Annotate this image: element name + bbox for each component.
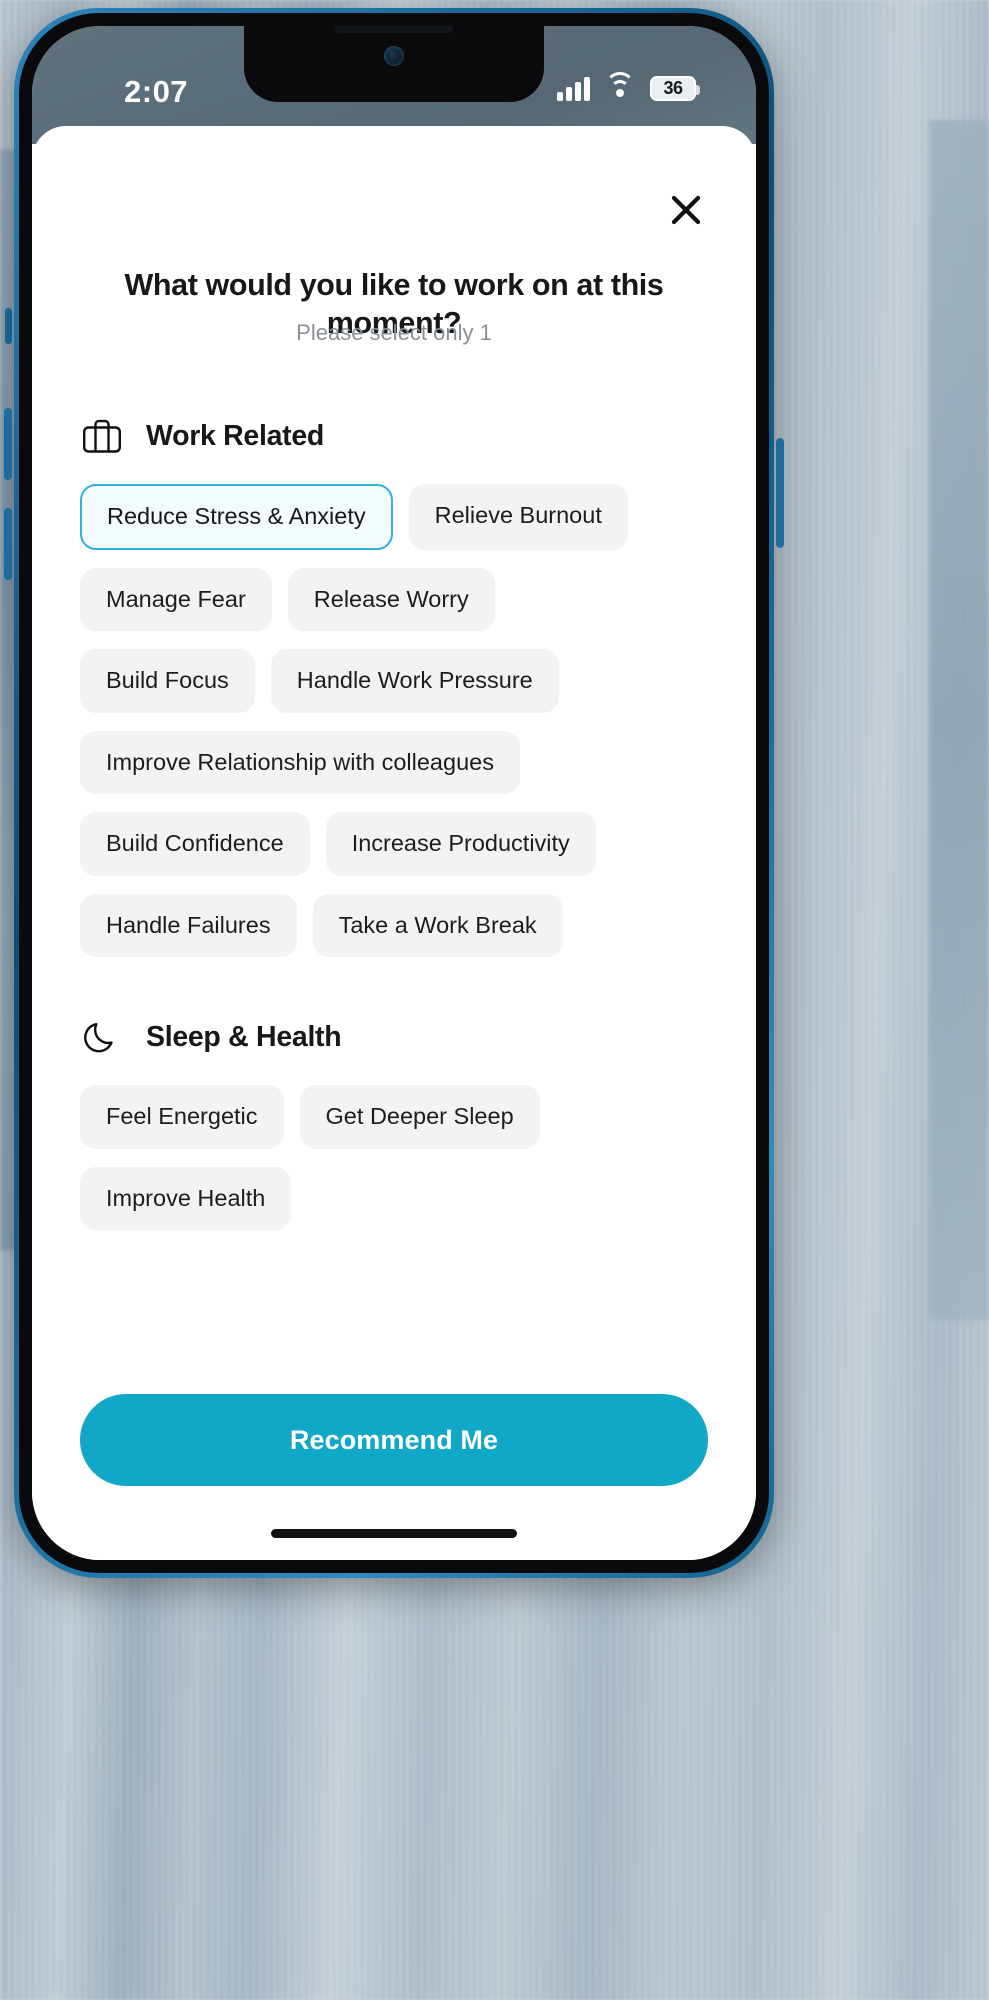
section-header-work-related: Work Related [80, 414, 708, 458]
chip-row: Build Focus Handle Work Pressure [80, 649, 708, 713]
earpiece-speaker [335, 26, 453, 33]
chip-row: Improve Health [80, 1166, 708, 1230]
recommend-me-button[interactable]: Recommend Me [80, 1394, 708, 1486]
goal-chip[interactable]: Manage Fear [80, 567, 272, 631]
chip-row: Build Confidence Increase Productivity [80, 812, 708, 876]
section-header-sleep-health: Sleep & Health [80, 1015, 708, 1059]
chip-row: Feel Energetic Get Deeper Sleep [80, 1085, 708, 1149]
goal-chip[interactable]: Build Confidence [80, 812, 310, 876]
moon-icon [80, 1015, 124, 1059]
wifi-icon [605, 71, 635, 100]
section-work-related: Work Related Reduce Stress & Anxiety Rel… [80, 414, 708, 957]
phone-device-frame: 2:07 36 What would you like to work on a… [4, 8, 784, 1578]
battery-icon: 36 [650, 76, 700, 101]
status-bar-time: 2:07 [124, 74, 189, 109]
volume-down-button[interactable] [4, 508, 12, 580]
goal-chip[interactable]: Feel Energetic [80, 1085, 284, 1149]
goal-chip[interactable]: Reduce Stress & Anxiety [80, 484, 393, 550]
device-notch [244, 26, 544, 102]
section-title: Work Related [146, 419, 325, 452]
modal-subtitle: Please select only 1 [296, 320, 492, 345]
cellular-signal-icon [557, 76, 590, 101]
close-icon[interactable] [664, 188, 708, 232]
goal-chip[interactable]: Improve Health [80, 1166, 292, 1230]
silent-switch[interactable] [5, 308, 12, 344]
chip-row: Reduce Stress & Anxiety Relieve Burnout [80, 484, 708, 550]
goal-chip[interactable]: Relieve Burnout [408, 484, 628, 550]
goal-chip[interactable]: Handle Failures [80, 893, 297, 957]
goal-chip[interactable]: Improve Relationship with colleagues [80, 730, 520, 794]
section-sleep-health: Sleep & Health Feel Energetic Get Deeper… [80, 1015, 708, 1230]
chip-row: Improve Relationship with colleagues [80, 730, 708, 794]
goal-chip[interactable]: Handle Work Pressure [270, 649, 559, 713]
briefcase-icon [80, 414, 124, 458]
backdrop-right-band [929, 120, 989, 1320]
cta-container: Recommend Me [32, 1394, 756, 1486]
phone-screen: 2:07 36 What would you like to work on a… [32, 26, 756, 1560]
goal-chip[interactable]: Build Focus [80, 649, 255, 713]
goal-chip[interactable]: Take a Work Break [312, 893, 563, 957]
battery-level-label: 36 [663, 78, 683, 98]
goal-sections: Work Related Reduce Stress & Anxiety Rel… [32, 376, 756, 1382]
goal-chip[interactable]: Get Deeper Sleep [299, 1085, 540, 1149]
phone-bezel: 2:07 36 What would you like to work on a… [19, 13, 769, 1573]
goal-chip[interactable]: Increase Productivity [325, 812, 596, 876]
front-camera [384, 46, 404, 66]
status-bar-icons: 36 [557, 71, 700, 101]
chip-row: Handle Failures Take a Work Break [80, 893, 708, 957]
home-indicator[interactable] [271, 1529, 517, 1538]
chip-row: Manage Fear Release Worry [80, 567, 708, 631]
section-title: Sleep & Health [146, 1020, 342, 1053]
power-button[interactable] [776, 438, 784, 548]
goal-chip[interactable]: Release Worry [287, 567, 495, 631]
goal-selection-modal: What would you like to work on at this m… [32, 126, 756, 1560]
volume-up-button[interactable] [4, 408, 12, 480]
